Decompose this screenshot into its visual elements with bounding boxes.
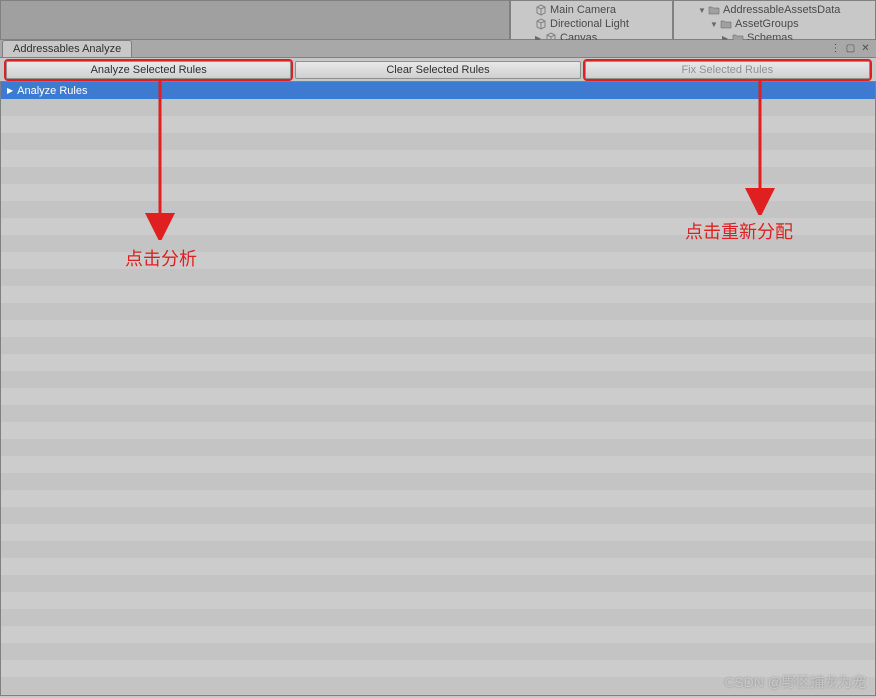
cube-icon [535,4,547,16]
list-row-empty [1,286,875,303]
cube-icon [535,18,547,30]
list-row-empty [1,507,875,524]
list-row-empty [1,643,875,660]
analyze-button[interactable]: Analyze Selected Rules [6,61,291,79]
hierarchy-item-label: AddressableAssetsData [723,4,840,16]
list-row-empty [1,184,875,201]
window-controls: ⋮ ▢ ✕ [829,42,872,55]
list-row-empty [1,269,875,286]
close-icon[interactable]: ✕ [859,42,872,55]
list-row-empty [1,388,875,405]
list-row-empty [1,167,875,184]
scene-hierarchy-panel: Main Camera Directional Light ▶ Canvas [510,0,673,40]
list-row-empty [1,303,875,320]
top-left-panel [0,0,510,40]
list-row-empty [1,609,875,626]
tab-bar: Addressables Analyze ⋮ ▢ ✕ [0,40,876,58]
hierarchy-item[interactable]: ▼ AssetGroups [674,17,875,31]
list-row-empty [1,116,875,133]
list-item-label: Analyze Rules [17,85,87,97]
clear-button[interactable]: Clear Selected Rules [295,61,580,79]
list-row-empty [1,150,875,167]
folder-icon [708,4,720,16]
toolbar: Analyze Selected Rules Clear Selected Ru… [0,58,876,82]
list-row-empty [1,558,875,575]
list-row-empty [1,439,875,456]
list-row-empty [1,422,875,439]
list-row-empty [1,99,875,116]
list-row-empty [1,592,875,609]
list-row-empty [1,252,875,269]
list-row-empty [1,575,875,592]
list-row-empty [1,320,875,337]
list-row-empty [1,524,875,541]
foldout-icon[interactable]: ▼ [710,20,720,29]
list-row-empty [1,218,875,235]
list-row-empty [1,473,875,490]
list-row-empty [1,337,875,354]
list-row-empty [1,354,875,371]
list-row-empty [1,201,875,218]
list-row-empty [1,133,875,150]
fix-button[interactable]: Fix Selected Rules [585,61,870,79]
top-panels: Main Camera Directional Light ▶ Canvas ▼… [0,0,876,40]
list-row-empty [1,371,875,388]
list-row-empty [1,541,875,558]
hierarchy-item-label: Main Camera [550,4,616,16]
hierarchy-item[interactable]: Directional Light [511,17,672,31]
foldout-icon[interactable]: ▶ [7,86,13,95]
list-item-analyze-rules[interactable]: ▶ Analyze Rules [1,82,875,99]
hierarchy-item[interactable]: Main Camera [511,3,672,17]
hierarchy-item-label: Directional Light [550,18,629,30]
rules-list[interactable]: ▶ Analyze Rules [0,82,876,696]
list-row-empty [1,405,875,422]
tab-addressables-analyze[interactable]: Addressables Analyze [2,40,132,57]
list-row-empty [1,235,875,252]
watermark: CSDN @野区捕龙为宠 [724,672,866,692]
foldout-icon[interactable]: ▼ [698,6,708,15]
list-row-empty [1,456,875,473]
hierarchy-item-label: AssetGroups [735,18,799,30]
hierarchy-item[interactable]: ▼ AddressableAssetsData [674,3,875,17]
menu-icon[interactable]: ⋮ [829,42,842,55]
list-row-empty [1,626,875,643]
folder-icon [720,18,732,30]
list-row-empty [1,490,875,507]
project-hierarchy-panel: ▼ AddressableAssetsData ▼ AssetGroups ▶ … [673,0,876,40]
popout-icon[interactable]: ▢ [844,42,857,55]
